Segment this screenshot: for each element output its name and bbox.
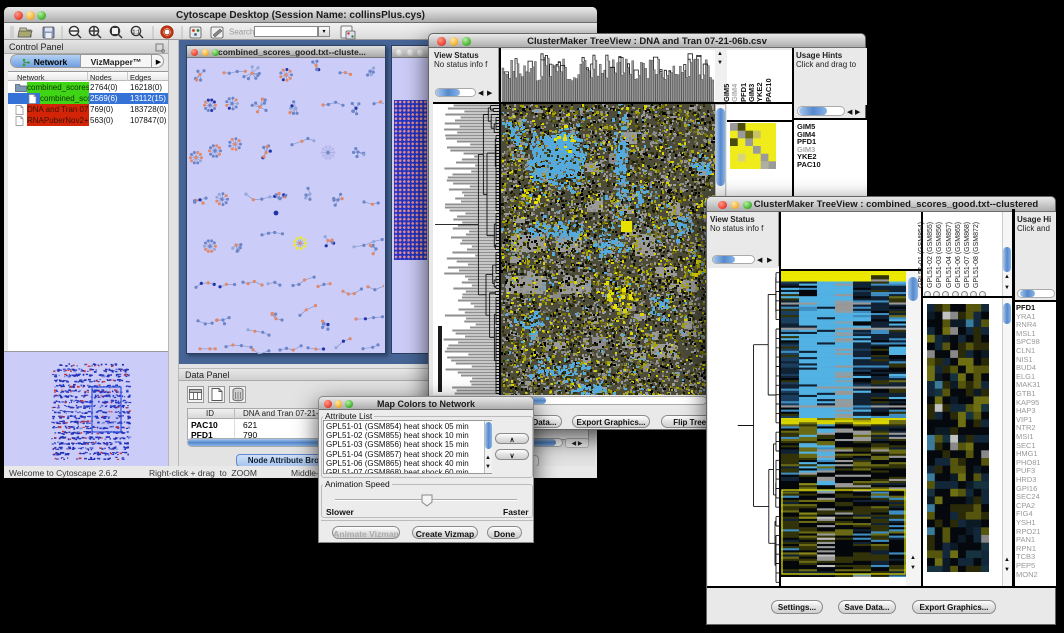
svg-text:Search:: Search: [229,28,257,37]
svg-text:1:1: 1:1 [133,30,140,36]
